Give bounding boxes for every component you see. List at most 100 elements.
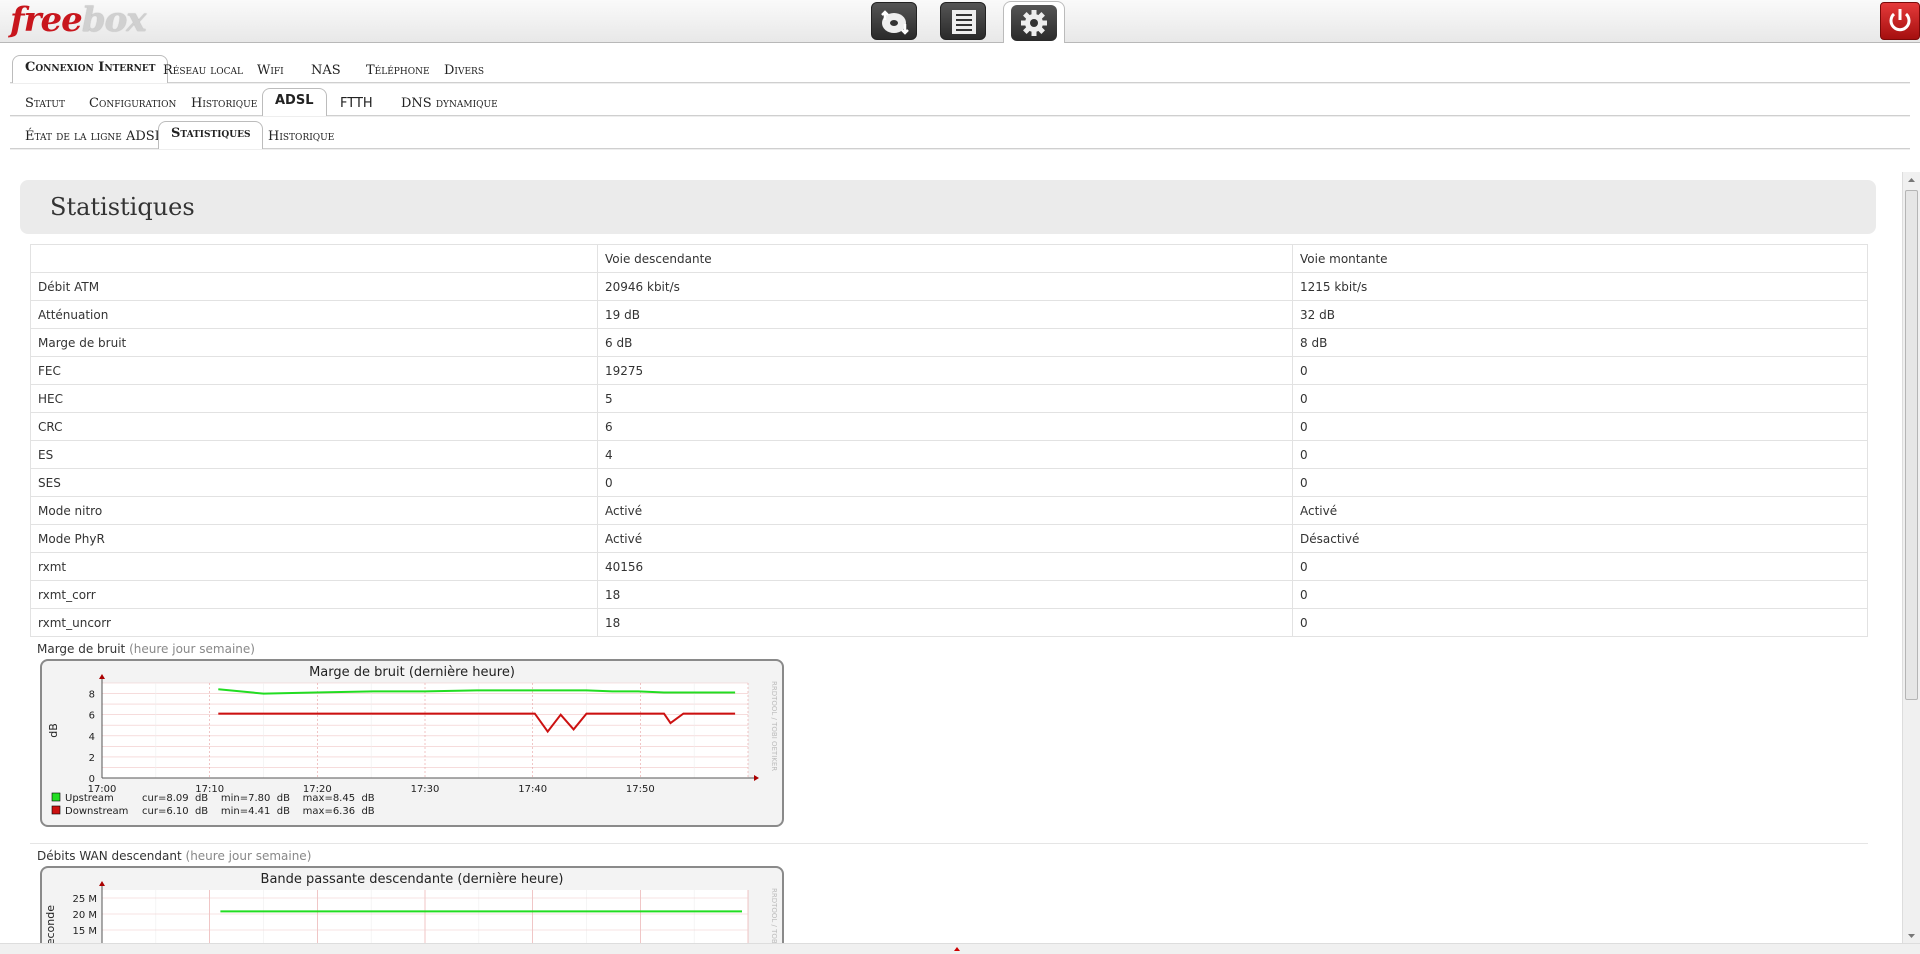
table-cell: Atténuation	[30, 300, 598, 329]
table-row: ES 4 0	[30, 440, 1868, 469]
table-cell: 0	[1292, 468, 1868, 497]
chart-title: Bande passante descendante (dernière heu…	[261, 872, 564, 887]
table-cell: 4	[597, 440, 1293, 469]
watermark: RRDTOOL / TOBI OETIKER	[770, 888, 778, 944]
list-icon[interactable]	[940, 2, 986, 40]
tab-etat-ligne-adsl[interactable]: État de la ligne ADSL	[13, 125, 175, 149]
tab-adsl[interactable]: ADSL	[262, 88, 327, 116]
table-cell: Mode PhyR	[30, 524, 598, 553]
scroll-down-icon[interactable]	[1903, 930, 1920, 942]
table-row: rxmt 40156 0	[30, 552, 1868, 581]
table-row: rxmt_corr 18 0	[30, 580, 1868, 609]
legend-swatch	[51, 805, 61, 815]
tab-telephone[interactable]: Téléphone	[354, 59, 442, 83]
table-row: CRC 6 0	[30, 412, 1868, 441]
table-cell: SES	[30, 468, 598, 497]
x-tick-label: 17:50	[626, 784, 655, 795]
table-cell: 0	[1292, 552, 1868, 581]
x-tick-label: 17:40	[518, 784, 547, 795]
table-cell: 0	[1292, 412, 1868, 441]
tab-reseau-local[interactable]: Réseau local	[151, 59, 255, 83]
table-cell: 1215 kbit/s	[1292, 272, 1868, 301]
table-cell: 18	[597, 580, 1293, 609]
table-cell: Désactivé	[1292, 524, 1868, 553]
table-cell: 6	[597, 412, 1293, 441]
y-tick-label: 6	[89, 711, 95, 722]
table-row: Mode PhyR Activé Désactivé	[30, 524, 1868, 553]
scrollbar-thumb[interactable]	[1905, 190, 1918, 700]
freebox-logo[interactable]: freebox	[10, 0, 147, 40]
table-header-row: Voie descendante Voie montante	[30, 244, 1868, 273]
power-icon	[1889, 9, 1911, 32]
legend-swatch	[51, 792, 61, 802]
tab-statut[interactable]: Statut	[13, 92, 77, 116]
scroll-indicator-icon	[954, 947, 960, 951]
y-axis-arrow	[99, 881, 105, 886]
legend-stats: cur=6.10 dB min=4.41 dB max=6.36 dB	[142, 806, 375, 817]
y-axis-label: seconde	[44, 905, 57, 944]
watermark: RRDTOOL / TOBI OETIKER	[770, 681, 778, 771]
table-header-cell	[30, 244, 598, 273]
vertical-scrollbar[interactable]	[1902, 172, 1920, 944]
horizontal-scrollbar[interactable]	[0, 943, 1920, 954]
table-cell: CRC	[30, 412, 598, 441]
tab-configuration[interactable]: Configuration	[77, 92, 188, 116]
table-cell: 0	[1292, 440, 1868, 469]
table-cell: Mode nitro	[30, 496, 598, 525]
graph2-label: Débits WAN descendant (heure jour semain…	[37, 849, 312, 863]
settings-icon[interactable]	[1003, 1, 1065, 43]
table-cell: 0	[1292, 608, 1868, 637]
tab-divers[interactable]: Divers	[432, 59, 496, 83]
table-cell: 18	[597, 608, 1293, 637]
graph2-period-links[interactable]: (heure jour semaine)	[186, 849, 312, 863]
section-header: Statistiques	[20, 180, 1876, 234]
adsl-tabs: État de la ligne ADSL Statistiques Histo…	[0, 121, 1920, 152]
table-cell: 0	[1292, 356, 1868, 385]
tab-historique-adsl[interactable]: Historique	[256, 125, 346, 149]
tab-nas[interactable]: NAS	[299, 59, 353, 83]
table-cell: 0	[1292, 384, 1868, 413]
scroll-up-icon[interactable]	[1903, 174, 1920, 186]
table-cell: Activé	[1292, 496, 1868, 525]
tab-dns-dynamique[interactable]: DNS dynamique	[389, 92, 510, 116]
tab-connexion-internet[interactable]: Connexion Internet	[12, 55, 169, 83]
y-tick-label: 20 M	[72, 910, 97, 921]
table-cell: 19 dB	[597, 300, 1293, 329]
tab-statistiques[interactable]: Statistiques	[158, 121, 264, 149]
power-button[interactable]	[1880, 2, 1920, 40]
y-tick-label: 25 M	[72, 894, 97, 905]
chart-title: Marge de bruit (dernière heure)	[309, 665, 515, 680]
content-area: Statistiques Voie descendante Voie montan…	[0, 172, 1888, 944]
download-icon[interactable]	[871, 2, 917, 40]
tab-ftth[interactable]: FTTH	[328, 92, 385, 116]
table-cell: Activé	[597, 524, 1293, 553]
table-cell: 5	[597, 384, 1293, 413]
x-axis-arrow	[754, 775, 759, 781]
bandwidth-chart: Bande passante descendante (dernière heu…	[44, 872, 778, 944]
table-cell: 20946 kbit/s	[597, 272, 1293, 301]
table-header-cell: Voie montante	[1292, 244, 1868, 273]
y-axis-label: dB	[47, 723, 60, 738]
table-row: Atténuation 19 dB 32 dB	[30, 300, 1868, 329]
graph1-period-links[interactable]: (heure jour semaine)	[129, 642, 255, 656]
table-cell: rxmt	[30, 552, 598, 581]
table-cell: 8 dB	[1292, 328, 1868, 357]
table-cell: 0	[597, 468, 1293, 497]
noise-margin-graph: Marge de bruit (dernière heure) 0 2 4 6 8 17:0…	[40, 659, 784, 827]
table-cell: Débit ATM	[30, 272, 598, 301]
table-cell: 6 dB	[597, 328, 1293, 357]
main-tabs: Connexion Internet Réseau local Wifi NAS…	[0, 55, 1920, 86]
stats-table: Voie descendante Voie montante Débit ATM 20…	[30, 244, 1868, 637]
table-cell: rxmt_uncorr	[30, 608, 598, 637]
y-axis-arrow	[99, 674, 105, 679]
page-title: Statistiques	[50, 193, 195, 221]
table-cell: 32 dB	[1292, 300, 1868, 329]
legend-name: Downstream	[65, 806, 128, 817]
tab-wifi[interactable]: Wifi	[245, 59, 296, 83]
table-row: FEC 19275 0	[30, 356, 1868, 385]
top-bar: freebox	[0, 0, 1920, 43]
table-row: Débit ATM 20946 kbit/s 1215 kbit/s	[30, 272, 1868, 301]
tab-historique[interactable]: Historique	[179, 92, 269, 116]
y-tick-label: 15 M	[72, 926, 97, 937]
y-tick-label: 2	[89, 753, 95, 764]
